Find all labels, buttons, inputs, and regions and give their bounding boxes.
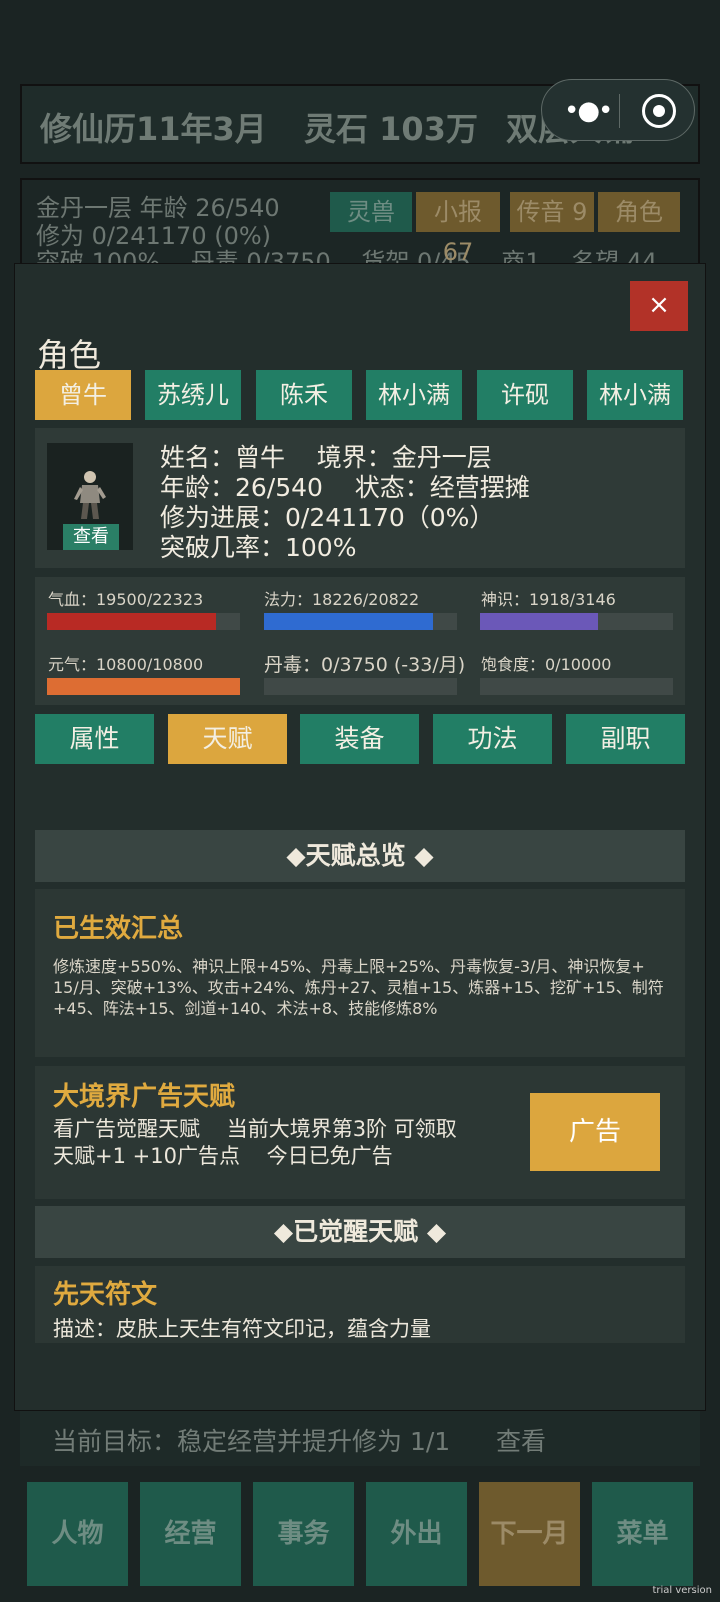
pill-toxin-bar	[264, 678, 457, 695]
hp-label: 气血：19500/22323	[48, 590, 204, 609]
character-figure-icon	[74, 471, 106, 519]
nav-menu[interactable]: 菜单	[592, 1482, 693, 1586]
tab-equipment[interactable]: 装备	[300, 714, 419, 764]
more-icon[interactable]: •●•	[564, 96, 613, 126]
watermark: trial version	[652, 1585, 712, 1596]
vitality-bar	[47, 678, 240, 695]
close-button[interactable]: ×	[630, 281, 688, 331]
character-portrait[interactable]: 查看	[47, 443, 133, 550]
capsule-divider	[619, 94, 620, 128]
nav-affairs[interactable]: 事务	[253, 1482, 354, 1586]
nav-outing[interactable]: 外出	[366, 1482, 467, 1586]
tab-talents[interactable]: 天赋	[168, 714, 287, 764]
ad-talent-line-2: 天赋+1 +10广告点 今日已免广告	[53, 1144, 393, 1168]
calendar-label: 修仙历11年3月	[40, 110, 267, 148]
mana-bar	[264, 613, 457, 630]
character-tab-4[interactable]: 林小满	[366, 370, 462, 420]
character-tab-3[interactable]: 陈禾	[256, 370, 352, 420]
goal-bar: 当前目标：稳定经营并提升修为 1/1 查看	[20, 1410, 700, 1466]
effective-summary-line-1: 修炼速度+550%、神识上限+45%、丹毒上限+25%、丹毒恢复-3/月、神识恢…	[53, 957, 645, 976]
spirit-stone-label: 灵石 103万	[304, 110, 478, 148]
mana-bar-fill	[264, 613, 433, 630]
character-tab-1[interactable]: 曾牛	[35, 370, 131, 420]
satiety-bar	[480, 678, 673, 695]
goal-view-link[interactable]: 查看	[496, 1422, 546, 1458]
effective-summary-line-3: +45、阵法+15、剑道+140、术法+8、技能修炼8%	[53, 999, 438, 1018]
pill-toxin-label: 丹毒：0/3750 (-33/月)	[264, 654, 466, 676]
tab-side-job[interactable]: 副职	[566, 714, 685, 764]
satiety-label: 饱食度：0/10000	[481, 655, 612, 674]
character-tab-6[interactable]: 林小满	[587, 370, 683, 420]
spirit-sense-bar-fill	[480, 613, 598, 630]
spirit-sense-bar	[480, 613, 673, 630]
breakthrough-rate: 突破几率：100%	[160, 533, 357, 562]
effective-summary-line-2: 15/月、突破+13%、攻击+24%、炼丹+27、灵植+15、炼器+15、挖矿+…	[53, 978, 664, 997]
miniprogram-capsule[interactable]: •●•	[541, 79, 695, 141]
view-portrait-button[interactable]: 查看	[63, 524, 119, 550]
tab-attributes[interactable]: 属性	[35, 714, 154, 764]
hp-bar	[47, 613, 240, 630]
vitality-label: 元气：10800/10800	[48, 655, 204, 674]
talent-description: 描述：皮肤上天生有符文印记，蕴含力量	[53, 1317, 431, 1341]
character-button[interactable]: 角色	[598, 192, 680, 232]
ad-talent-line-1: 看广告觉醒天赋 当前大境界第3阶 可领取	[53, 1117, 457, 1141]
message-button[interactable]: 传音 9	[510, 192, 594, 232]
spirit-sense-label: 神识：1918/3146	[481, 590, 616, 609]
vitality-bar-fill	[47, 678, 240, 695]
tab-skills[interactable]: 功法	[433, 714, 552, 764]
nav-character[interactable]: 人物	[27, 1482, 128, 1586]
talent-overview-header: ◆天赋总览 ◆	[35, 830, 685, 882]
nav-next-month[interactable]: 下一月	[479, 1482, 580, 1586]
talent-name: 先天符文	[53, 1280, 158, 1310]
effective-summary-title: 已生效汇总	[53, 914, 184, 944]
close-miniprogram-icon[interactable]	[642, 94, 676, 128]
news-button[interactable]: 小报 67	[416, 192, 500, 266]
character-tab-2[interactable]: 苏绣儿	[145, 370, 241, 420]
spirit-beast-button[interactable]: 灵兽	[330, 192, 412, 232]
character-tab-5[interactable]: 许砚	[477, 370, 573, 420]
goal-text: 当前目标：稳定经营并提升修为 1/1	[52, 1427, 451, 1456]
hp-bar-fill	[47, 613, 216, 630]
mana-label: 法力：18226/20822	[264, 590, 420, 609]
awakened-talent-header: ◆已觉醒天赋 ◆	[35, 1206, 685, 1258]
ad-talent-title: 大境界广告天赋	[53, 1082, 236, 1112]
watch-ad-button[interactable]: 广告	[530, 1093, 660, 1171]
nav-business[interactable]: 经营	[140, 1482, 241, 1586]
